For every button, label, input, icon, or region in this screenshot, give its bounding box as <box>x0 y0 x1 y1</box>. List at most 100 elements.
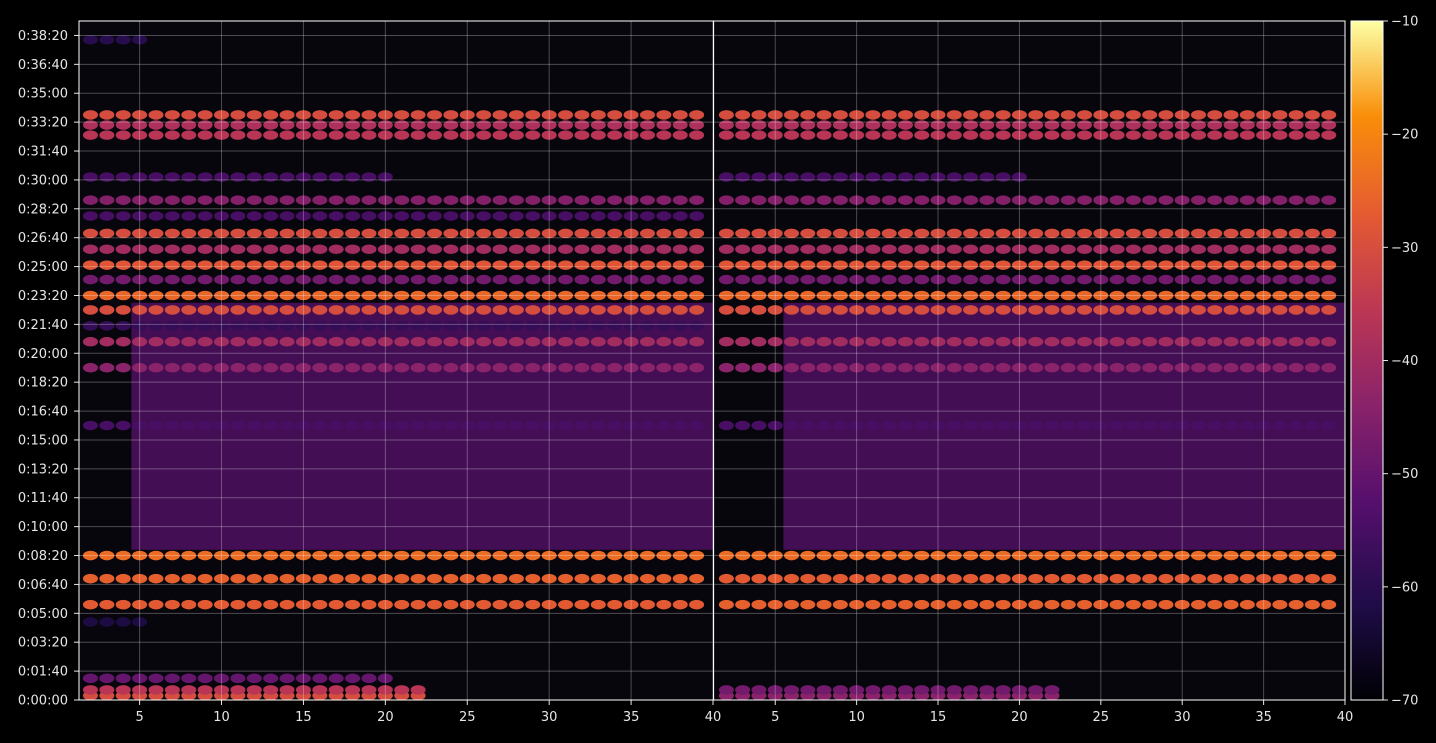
band-cell <box>1207 260 1223 270</box>
band-cell <box>574 244 590 255</box>
band-cell <box>164 211 180 221</box>
band-cell <box>914 110 930 120</box>
band-cell <box>689 420 705 431</box>
band-cell <box>963 599 979 610</box>
band-cell <box>865 228 881 239</box>
band-cell <box>115 130 131 140</box>
band-cell <box>1142 305 1158 315</box>
colorbar-tick-label: −10 <box>1391 15 1418 30</box>
band-cell <box>1190 573 1206 584</box>
band-cell <box>979 110 995 120</box>
band-cell <box>164 336 180 347</box>
band-cell <box>1125 573 1141 584</box>
band-cell <box>590 362 606 373</box>
band-cell <box>865 599 881 610</box>
band-cell <box>99 305 115 315</box>
band-cell <box>751 685 767 695</box>
band-cell <box>181 673 197 684</box>
band-cell <box>735 274 751 285</box>
band-cell <box>558 420 574 431</box>
band-cell <box>345 195 361 205</box>
band-cell <box>115 211 131 221</box>
band-cell <box>574 195 590 205</box>
band-cell <box>82 130 98 140</box>
band-cell <box>1158 244 1174 255</box>
band-cell <box>1190 274 1206 285</box>
band-cell <box>115 336 131 347</box>
band-cell <box>784 274 800 285</box>
y-tick-label: 0:13:20 <box>18 462 68 477</box>
band-cell <box>672 228 688 239</box>
band-cell <box>1125 260 1141 270</box>
x-tick-label: 20 <box>1011 710 1028 725</box>
band-cell <box>1142 274 1158 285</box>
band-cell <box>476 211 492 221</box>
band-cell <box>82 244 98 255</box>
band-cell <box>914 195 930 205</box>
band-cell <box>1239 599 1255 610</box>
band-cell <box>263 321 279 331</box>
band-cell <box>82 336 98 347</box>
band-cell <box>394 305 410 315</box>
band-cell <box>946 685 962 695</box>
band-cell <box>82 260 98 270</box>
band-cell <box>1288 130 1304 140</box>
band-cell <box>800 244 816 255</box>
band-cell <box>345 336 361 347</box>
band-cell <box>1239 274 1255 285</box>
band-cell <box>279 573 295 584</box>
band-cell <box>784 685 800 695</box>
band-cell <box>410 211 426 221</box>
x-tick-label: 15 <box>295 710 312 725</box>
band-cell <box>914 260 930 270</box>
band-cell <box>881 420 897 431</box>
band-cell <box>197 260 213 270</box>
band-cell <box>230 244 246 255</box>
band-cell <box>1125 599 1141 610</box>
band-cell <box>1239 305 1255 315</box>
band-cell <box>1190 244 1206 255</box>
band-cell <box>1109 130 1125 140</box>
band-cell <box>816 195 832 205</box>
band-cell <box>1304 305 1320 315</box>
band-cell <box>99 420 115 431</box>
band-cell <box>865 685 881 695</box>
band-cell <box>1223 274 1239 285</box>
band-cell <box>865 260 881 270</box>
band-cell <box>656 211 672 221</box>
band-cell <box>1158 362 1174 373</box>
band-cell <box>410 321 426 331</box>
band-cell <box>508 110 524 120</box>
band-cell <box>672 110 688 120</box>
band-cell <box>1321 260 1337 270</box>
band-cell <box>197 362 213 373</box>
band-cell <box>558 211 574 221</box>
band-cell <box>1044 573 1060 584</box>
band-cell <box>689 211 705 221</box>
band-cell <box>1288 195 1304 205</box>
band-cell <box>607 260 623 270</box>
band-cell <box>164 321 180 331</box>
band-cell <box>1321 195 1337 205</box>
band-cell <box>1077 260 1093 270</box>
band-cell <box>672 420 688 431</box>
band-cell <box>426 573 442 584</box>
band-cell <box>1109 228 1125 239</box>
band-cell <box>656 244 672 255</box>
band-cell <box>1142 195 1158 205</box>
band-cell <box>1239 130 1255 140</box>
band-cell <box>443 599 459 610</box>
band-cell <box>1207 573 1223 584</box>
band-cell <box>410 110 426 120</box>
band-cell <box>1060 244 1076 255</box>
band-cell <box>345 305 361 315</box>
band-cell <box>881 110 897 120</box>
band-cell <box>1077 573 1093 584</box>
band-cell <box>897 244 913 255</box>
band-cell <box>230 573 246 584</box>
band-cell <box>574 228 590 239</box>
band-cell <box>963 260 979 270</box>
y-tick-label: 0:00:00 <box>18 694 68 709</box>
band-cell <box>164 362 180 373</box>
y-tick-label: 0:03:20 <box>18 636 68 651</box>
